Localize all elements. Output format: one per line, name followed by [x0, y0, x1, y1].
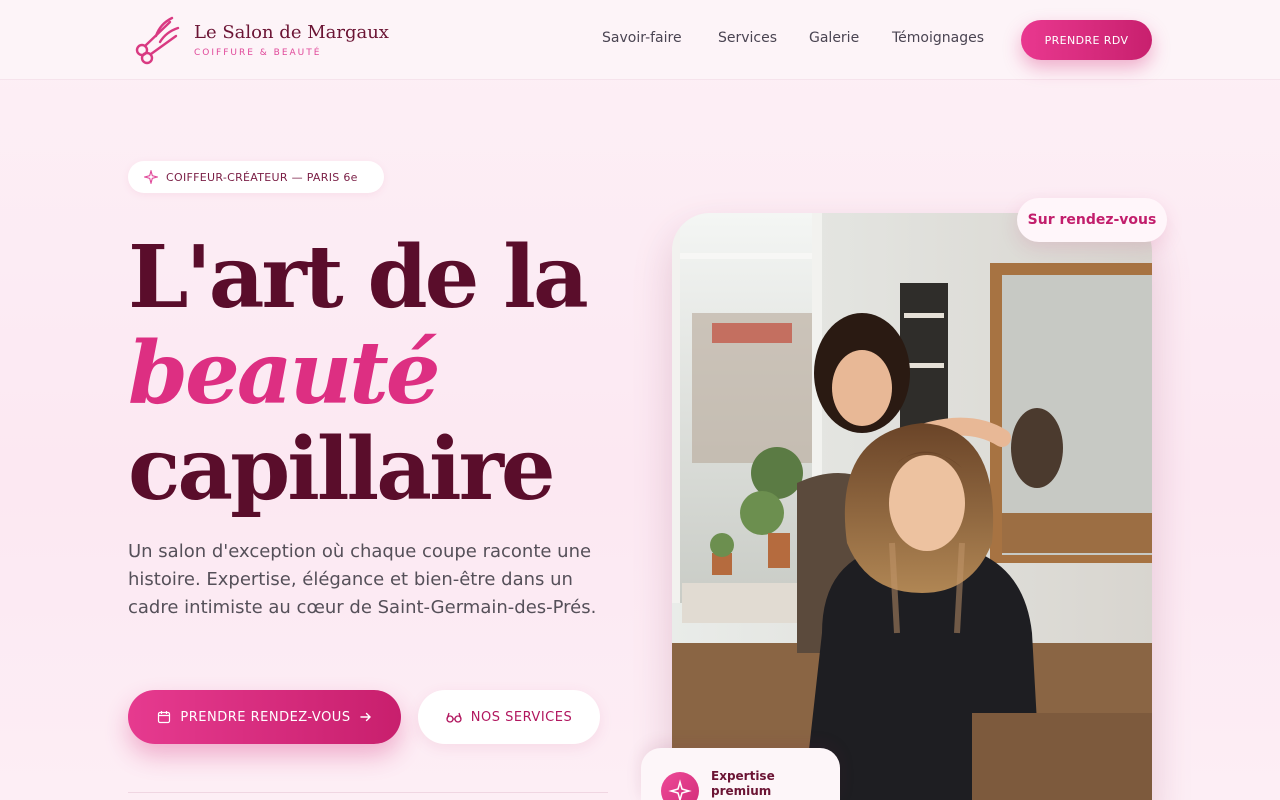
- services-button-label: NOS SERVICES: [470, 709, 573, 725]
- arrow-right-icon: [359, 712, 371, 722]
- expertise-badge-icon: [661, 772, 699, 800]
- site-header: Le Salon de Margaux COIFFURE & BEAUTÉ Sa…: [0, 0, 1280, 80]
- glasses-icon: [446, 712, 462, 723]
- location-pill-label: COIFFEUR-CRÉATEUR — PARIS 6e: [166, 170, 358, 184]
- sparkle-icon: [668, 779, 692, 800]
- hero-title-accent: beauté: [128, 323, 441, 424]
- hero-title-line-1: L'art de la: [128, 227, 589, 328]
- divider: [128, 792, 608, 793]
- hero-description: Un salon d'exception où chaque coupe rac…: [128, 541, 597, 618]
- calendar-icon: [158, 711, 171, 724]
- brand-name[interactable]: Le Salon de Margaux: [194, 22, 389, 43]
- nav-link-services[interactable]: Services: [718, 30, 777, 46]
- book-appointment-hero-button[interactable]: PRENDRE RENDEZ-VOUS: [128, 690, 401, 744]
- scissors-icon[interactable]: [130, 14, 182, 66]
- hero-title-line-3: capillaire: [128, 419, 556, 520]
- nav-link-temoignages[interactable]: Témoignages: [892, 30, 984, 46]
- appointment-only-badge: Sur rendez-vous: [1017, 198, 1167, 242]
- expertise-card-label: Expertise premium: [711, 769, 775, 798]
- hairdresser-scene-image: [672, 213, 1152, 800]
- location-pill: COIFFEUR-CRÉATEUR — PARIS 6e: [128, 161, 384, 193]
- nav-link-savoir-faire[interactable]: Savoir-faire: [602, 30, 682, 46]
- brand-tagline: COIFFURE & BEAUTÉ: [194, 48, 322, 58]
- book-appointment-button[interactable]: PRENDRE RDV: [1021, 20, 1152, 60]
- services-button[interactable]: NOS SERVICES: [418, 690, 600, 744]
- sparkle-icon: [144, 170, 158, 184]
- expertise-card: Expertise premium: [641, 748, 840, 800]
- book-appointment-hero-label: PRENDRE RENDEZ-VOUS: [180, 709, 351, 725]
- nav-link-galerie[interactable]: Galerie: [809, 30, 859, 46]
- salon-photo: [672, 213, 1152, 800]
